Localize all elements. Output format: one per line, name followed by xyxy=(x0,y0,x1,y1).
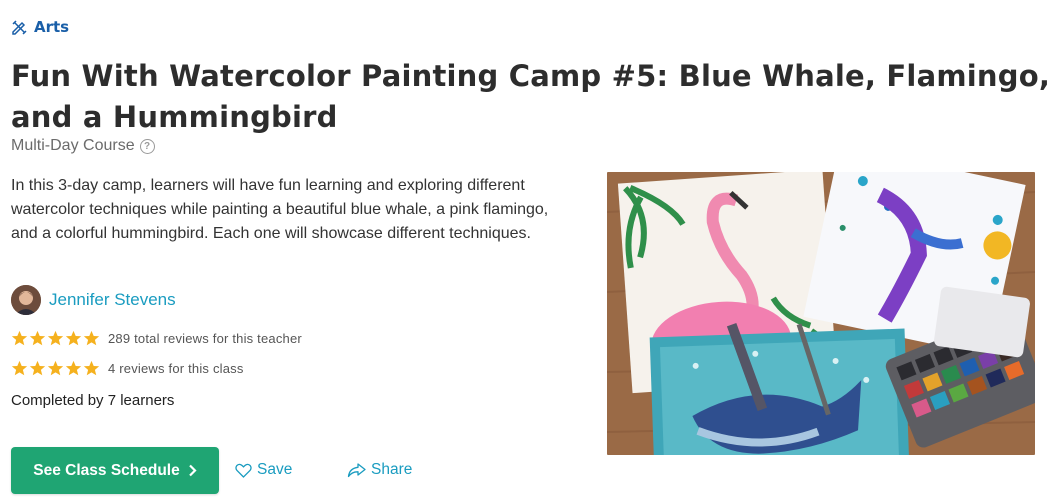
star-icon xyxy=(29,330,46,346)
teacher-name[interactable]: Jennifer Stevens xyxy=(49,290,176,310)
class-description: In this 3-day camp, learners will have f… xyxy=(11,177,549,242)
star-rating xyxy=(11,360,100,377)
chevron-right-icon xyxy=(188,464,197,477)
class-image xyxy=(607,172,1035,455)
course-type-label: Multi-Day Course xyxy=(11,137,135,154)
star-icon xyxy=(11,360,28,376)
help-icon[interactable]: ? xyxy=(139,138,155,154)
star-rating xyxy=(11,330,100,347)
avatar[interactable] xyxy=(11,285,41,315)
class-review-count[interactable]: 4 reviews for this class xyxy=(108,361,244,376)
star-icon xyxy=(29,360,46,376)
page-title: Fun With Watercolor Painting Camp #5: Bl… xyxy=(11,59,1051,134)
share-label: Share xyxy=(371,461,413,478)
teacher-review-count[interactable]: 289 total reviews for this teacher xyxy=(108,331,302,346)
share-button[interactable]: Share xyxy=(347,461,412,479)
category-label: Arts xyxy=(34,18,70,36)
teacher-rating: 289 total reviews for this teacher xyxy=(11,330,302,347)
schedule-button-label: See Class Schedule xyxy=(33,461,180,479)
star-icon xyxy=(47,360,64,376)
star-icon xyxy=(83,330,100,346)
save-label: Save xyxy=(257,461,293,478)
star-icon xyxy=(11,330,28,346)
star-icon xyxy=(83,360,100,376)
class-rating: 4 reviews for this class xyxy=(11,360,244,377)
star-icon xyxy=(65,360,82,376)
pencil-ruler-icon xyxy=(12,19,27,35)
completed-count: Completed by 7 learners xyxy=(11,392,175,409)
course-type: Multi-Day Course ? xyxy=(11,137,155,155)
save-button[interactable]: Save xyxy=(235,461,292,479)
star-icon xyxy=(47,330,64,346)
see-class-schedule-button[interactable]: See Class Schedule xyxy=(11,447,219,494)
share-icon xyxy=(347,462,366,477)
star-icon xyxy=(65,330,82,346)
heart-icon xyxy=(235,463,252,478)
teacher-link[interactable]: Jennifer Stevens xyxy=(11,285,176,315)
category-link[interactable]: Arts xyxy=(11,18,69,36)
